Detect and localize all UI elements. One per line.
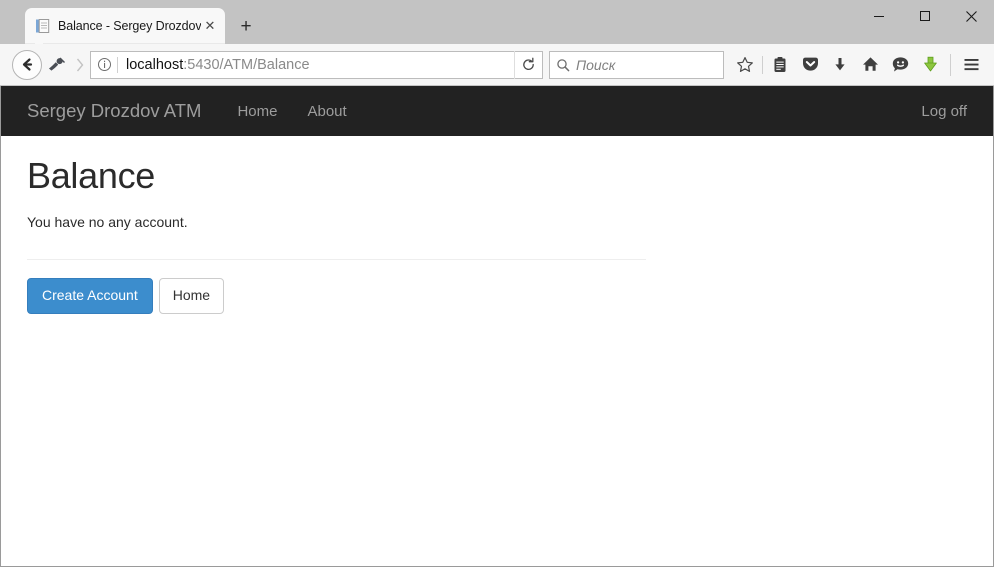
- hamburger-menu-icon[interactable]: [956, 50, 986, 80]
- bookmark-star-icon[interactable]: [730, 50, 760, 80]
- url-separator: [117, 56, 118, 73]
- url-host: localhost: [126, 56, 184, 73]
- nav-link-about[interactable]: About: [292, 86, 361, 136]
- page-viewport: Sergey Drozdov ATM Home About Log off Ba…: [0, 86, 994, 567]
- home-icon[interactable]: [855, 50, 885, 80]
- info-icon[interactable]: [91, 52, 117, 78]
- menu-separator: [950, 53, 951, 76]
- downloads-icon[interactable]: [825, 50, 855, 80]
- log-off-link[interactable]: Log off: [906, 86, 982, 136]
- close-tab-icon[interactable]: ✕: [201, 17, 219, 35]
- back-button[interactable]: [12, 49, 42, 80]
- browser-toolbar: localhost:5430/ATM/Balance Поиск: [0, 44, 994, 86]
- forward-button: [42, 50, 72, 80]
- forward-chevron-icon: [72, 50, 88, 80]
- toolbar-separator: [762, 55, 763, 74]
- feedback-smiley-icon[interactable]: [885, 50, 915, 80]
- url-text: localhost:5430/ATM/Balance: [126, 57, 514, 73]
- navbar-brand[interactable]: Sergey Drozdov ATM: [12, 86, 216, 136]
- url-bar[interactable]: localhost:5430/ATM/Balance: [90, 50, 543, 79]
- toolbar-icon-group: [730, 50, 986, 80]
- downthemall-icon[interactable]: [915, 50, 945, 80]
- search-icon: [550, 52, 576, 78]
- reload-button[interactable]: [514, 50, 542, 79]
- action-buttons: Create Account Home: [27, 277, 646, 314]
- page-content: Balance You have no any account. Create …: [1, 156, 672, 314]
- tab-title: Balance - Sergey Drozdov ...: [58, 19, 201, 33]
- create-account-button[interactable]: Create Account: [27, 277, 153, 314]
- browser-window: Balance - Sergey Drozdov ... ✕ + localho…: [0, 0, 994, 567]
- title-bar: Balance - Sergey Drozdov ... ✕ +: [0, 0, 994, 44]
- content-divider: [27, 258, 646, 260]
- search-bar[interactable]: Поиск: [549, 50, 724, 79]
- maximize-button[interactable]: [902, 0, 948, 32]
- site-navbar: Sergey Drozdov ATM Home About Log off: [1, 86, 993, 136]
- search-input[interactable]: Поиск: [576, 57, 615, 73]
- new-tab-button[interactable]: +: [233, 13, 259, 39]
- minimize-button[interactable]: [856, 0, 902, 32]
- nav-link-home[interactable]: Home: [222, 86, 292, 136]
- page-title: Balance: [27, 155, 155, 196]
- url-path: :5430/ATM/Balance: [183, 56, 310, 73]
- window-controls: [856, 0, 994, 32]
- navbar-right: Log off: [906, 86, 993, 136]
- pocket-icon[interactable]: [795, 50, 825, 80]
- reader-list-icon[interactable]: [765, 50, 795, 80]
- page-icon: [35, 18, 51, 34]
- navbar-links: Home About: [222, 86, 361, 136]
- close-button[interactable]: [948, 0, 994, 32]
- browser-tab[interactable]: Balance - Sergey Drozdov ... ✕: [25, 8, 225, 44]
- home-button[interactable]: Home: [158, 277, 225, 314]
- no-account-message: You have no any account.: [27, 213, 188, 230]
